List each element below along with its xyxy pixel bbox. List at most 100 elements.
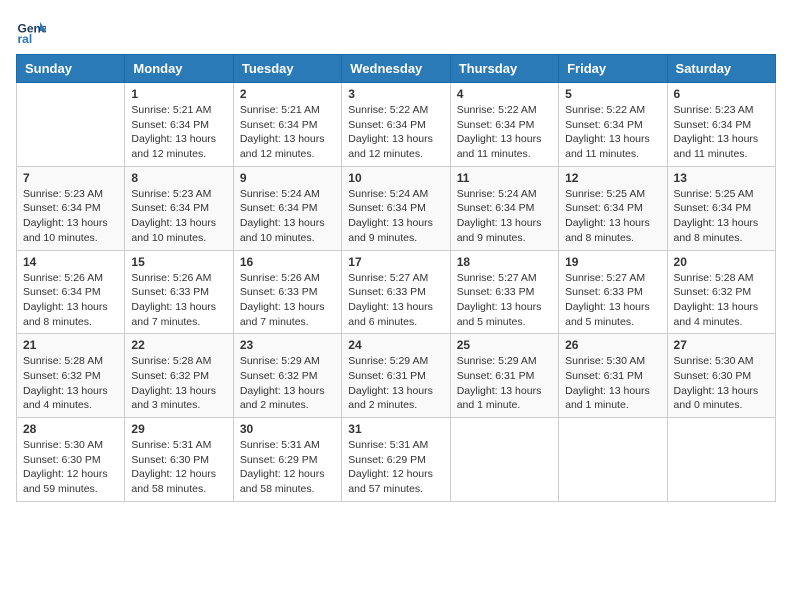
logo-icon: Gene ral — [16, 16, 46, 46]
day-number: 24 — [348, 338, 443, 352]
calendar-cell: 11Sunrise: 5:24 AM Sunset: 6:34 PM Dayli… — [450, 166, 558, 250]
calendar-cell: 20 Sunrise: 5:28 AM Sunset: 6:32 PM Dayli… — [667, 250, 775, 334]
day-number: 20 — [674, 255, 769, 269]
day-number: 5 — [565, 87, 660, 101]
day-info: Sunrise: 5:25 AM Sunset: 6:34 PM Dayligh… — [674, 187, 769, 246]
svg-text:ral: ral — [18, 32, 33, 46]
day-info: Sunrise: 5:30 AM Sunset: 6:31 PM Dayligh… — [565, 354, 660, 413]
day-number: 3 — [348, 87, 443, 101]
weekday-header-sunday: Sunday — [17, 55, 125, 83]
day-info: Sunrise: 5:21 AM Sunset: 6:34 PM Dayligh… — [240, 103, 335, 162]
calendar-cell: 4 Sunrise: 5:22 AM Sunset: 6:34 PM Daylig… — [450, 83, 558, 167]
calendar-cell: 25 Sunrise: 5:29 AM Sunset: 6:31 PM Dayli… — [450, 334, 558, 418]
day-info: Sunrise: 5:26 AM Sunset: 6:34 PM Dayligh… — [23, 271, 118, 330]
day-info: Sunrise: 5:31 AM Sunset: 6:29 PM Dayligh… — [348, 438, 443, 497]
day-info: Sunrise: 5:25 AM Sunset: 6:34 PM Dayligh… — [565, 187, 660, 246]
day-info: Sunrise: 5:28 AM Sunset: 6:32 PM Dayligh… — [23, 354, 118, 413]
calendar-cell: 1 Sunrise: 5:21 AM Sunset: 6:34 PM Daylig… — [125, 83, 233, 167]
day-number: 22 — [131, 338, 226, 352]
weekday-header-thursday: Thursday — [450, 55, 558, 83]
day-number: 7 — [23, 171, 118, 185]
day-number: 14 — [23, 255, 118, 269]
day-info: Sunrise: 5:27 AM Sunset: 6:33 PM Dayligh… — [457, 271, 552, 330]
calendar-week-5: 28 Sunrise: 5:30 AM Sunset: 6:30 PM Dayli… — [17, 418, 776, 502]
calendar-cell: 10 Sunrise: 5:24 AM Sunset: 6:34 PM Dayli… — [342, 166, 450, 250]
calendar-cell: 18 Sunrise: 5:27 AM Sunset: 6:33 PM Dayli… — [450, 250, 558, 334]
day-number: 10 — [348, 171, 443, 185]
day-info: Sunrise: 5:23 AM Sunset: 6:34 PM Dayligh… — [131, 187, 226, 246]
day-number: 12 — [565, 171, 660, 185]
calendar-cell: 6 Sunrise: 5:23 AM Sunset: 6:34 PM Daylig… — [667, 83, 775, 167]
day-info: Sunrise: 5:22 AM Sunset: 6:34 PM Dayligh… — [565, 103, 660, 162]
calendar-cell: 23Sunrise: 5:29 AM Sunset: 6:32 PM Dayli… — [233, 334, 341, 418]
day-number: 26 — [565, 338, 660, 352]
calendar-cell: 29 Sunrise: 5:31 AM Sunset: 6:30 PM Dayli… — [125, 418, 233, 502]
calendar-cell: 13Sunrise: 5:25 AM Sunset: 6:34 PM Dayli… — [667, 166, 775, 250]
day-number: 18 — [457, 255, 552, 269]
day-number: 4 — [457, 87, 552, 101]
weekday-header-monday: Monday — [125, 55, 233, 83]
day-info: Sunrise: 5:31 AM Sunset: 6:30 PM Dayligh… — [131, 438, 226, 497]
calendar-cell: 28 Sunrise: 5:30 AM Sunset: 6:30 PM Dayli… — [17, 418, 125, 502]
calendar-cell: 30 Sunrise: 5:31 AM Sunset: 6:29 PM Dayli… — [233, 418, 341, 502]
day-info: Sunrise: 5:24 AM Sunset: 6:34 PM Dayligh… — [457, 187, 552, 246]
calendar-cell: 22 Sunrise: 5:28 AM Sunset: 6:32 PM Dayli… — [125, 334, 233, 418]
calendar-cell: 14 Sunrise: 5:26 AM Sunset: 6:34 PM Dayli… — [17, 250, 125, 334]
day-info: Sunrise: 5:21 AM Sunset: 6:34 PM Dayligh… — [131, 103, 226, 162]
day-number: 2 — [240, 87, 335, 101]
calendar-cell: 5 Sunrise: 5:22 AM Sunset: 6:34 PM Daylig… — [559, 83, 667, 167]
calendar-cell — [17, 83, 125, 167]
weekday-header-tuesday: Tuesday — [233, 55, 341, 83]
weekday-header-wednesday: Wednesday — [342, 55, 450, 83]
calendar-week-1: 1 Sunrise: 5:21 AM Sunset: 6:34 PM Daylig… — [17, 83, 776, 167]
calendar-cell: 12 Sunrise: 5:25 AM Sunset: 6:34 PM Dayli… — [559, 166, 667, 250]
calendar-cell: 26 Sunrise: 5:30 AM Sunset: 6:31 PM Dayli… — [559, 334, 667, 418]
day-info: Sunrise: 5:29 AM Sunset: 6:31 PM Dayligh… — [457, 354, 552, 413]
day-info: Sunrise: 5:31 AM Sunset: 6:29 PM Dayligh… — [240, 438, 335, 497]
day-number: 15 — [131, 255, 226, 269]
day-info: Sunrise: 5:26 AM Sunset: 6:33 PM Dayligh… — [131, 271, 226, 330]
day-info: Sunrise: 5:26 AM Sunset: 6:33 PM Dayligh… — [240, 271, 335, 330]
day-info: Sunrise: 5:30 AM Sunset: 6:30 PM Dayligh… — [23, 438, 118, 497]
day-number: 21 — [23, 338, 118, 352]
day-info: Sunrise: 5:27 AM Sunset: 6:33 PM Dayligh… — [565, 271, 660, 330]
day-number: 25 — [457, 338, 552, 352]
day-info: Sunrise: 5:22 AM Sunset: 6:34 PM Dayligh… — [457, 103, 552, 162]
weekday-header-friday: Friday — [559, 55, 667, 83]
calendar-cell: 9 Sunrise: 5:24 AM Sunset: 6:34 PM Daylig… — [233, 166, 341, 250]
day-number: 29 — [131, 422, 226, 436]
calendar-table: SundayMondayTuesdayWednesdayThursdayFrid… — [16, 54, 776, 502]
day-number: 28 — [23, 422, 118, 436]
day-info: Sunrise: 5:22 AM Sunset: 6:34 PM Dayligh… — [348, 103, 443, 162]
weekday-header-row: SundayMondayTuesdayWednesdayThursdayFrid… — [17, 55, 776, 83]
day-info: Sunrise: 5:23 AM Sunset: 6:34 PM Dayligh… — [674, 103, 769, 162]
calendar-cell — [667, 418, 775, 502]
day-number: 9 — [240, 171, 335, 185]
day-info: Sunrise: 5:24 AM Sunset: 6:34 PM Dayligh… — [240, 187, 335, 246]
day-number: 30 — [240, 422, 335, 436]
calendar-cell: 16 Sunrise: 5:26 AM Sunset: 6:33 PM Dayli… — [233, 250, 341, 334]
calendar-cell: 8 Sunrise: 5:23 AM Sunset: 6:34 PM Daylig… — [125, 166, 233, 250]
day-info: Sunrise: 5:24 AM Sunset: 6:34 PM Dayligh… — [348, 187, 443, 246]
day-info: Sunrise: 5:27 AM Sunset: 6:33 PM Dayligh… — [348, 271, 443, 330]
calendar-week-2: 7 Sunrise: 5:23 AM Sunset: 6:34 PM Daylig… — [17, 166, 776, 250]
calendar-cell: 2 Sunrise: 5:21 AM Sunset: 6:34 PM Daylig… — [233, 83, 341, 167]
day-info: Sunrise: 5:23 AM Sunset: 6:34 PM Dayligh… — [23, 187, 118, 246]
day-info: Sunrise: 5:28 AM Sunset: 6:32 PM Dayligh… — [674, 271, 769, 330]
day-info: Sunrise: 5:29 AM Sunset: 6:32 PM Dayligh… — [240, 354, 335, 413]
calendar-cell: 15 Sunrise: 5:26 AM Sunset: 6:33 PM Dayli… — [125, 250, 233, 334]
calendar-cell: 31 Sunrise: 5:31 AM Sunset: 6:29 PM Dayli… — [342, 418, 450, 502]
calendar-week-3: 14 Sunrise: 5:26 AM Sunset: 6:34 PM Dayli… — [17, 250, 776, 334]
calendar-cell: 3 Sunrise: 5:22 AM Sunset: 6:34 PM Daylig… — [342, 83, 450, 167]
day-info: Sunrise: 5:30 AM Sunset: 6:30 PM Dayligh… — [674, 354, 769, 413]
day-number: 31 — [348, 422, 443, 436]
day-number: 16 — [240, 255, 335, 269]
logo: Gene ral — [16, 16, 50, 46]
day-info: Sunrise: 5:28 AM Sunset: 6:32 PM Dayligh… — [131, 354, 226, 413]
day-info: Sunrise: 5:29 AM Sunset: 6:31 PM Dayligh… — [348, 354, 443, 413]
day-number: 8 — [131, 171, 226, 185]
calendar-week-4: 21 Sunrise: 5:28 AM Sunset: 6:32 PM Dayli… — [17, 334, 776, 418]
day-number: 6 — [674, 87, 769, 101]
day-number: 1 — [131, 87, 226, 101]
calendar-cell: 27Sunrise: 5:30 AM Sunset: 6:30 PM Dayli… — [667, 334, 775, 418]
